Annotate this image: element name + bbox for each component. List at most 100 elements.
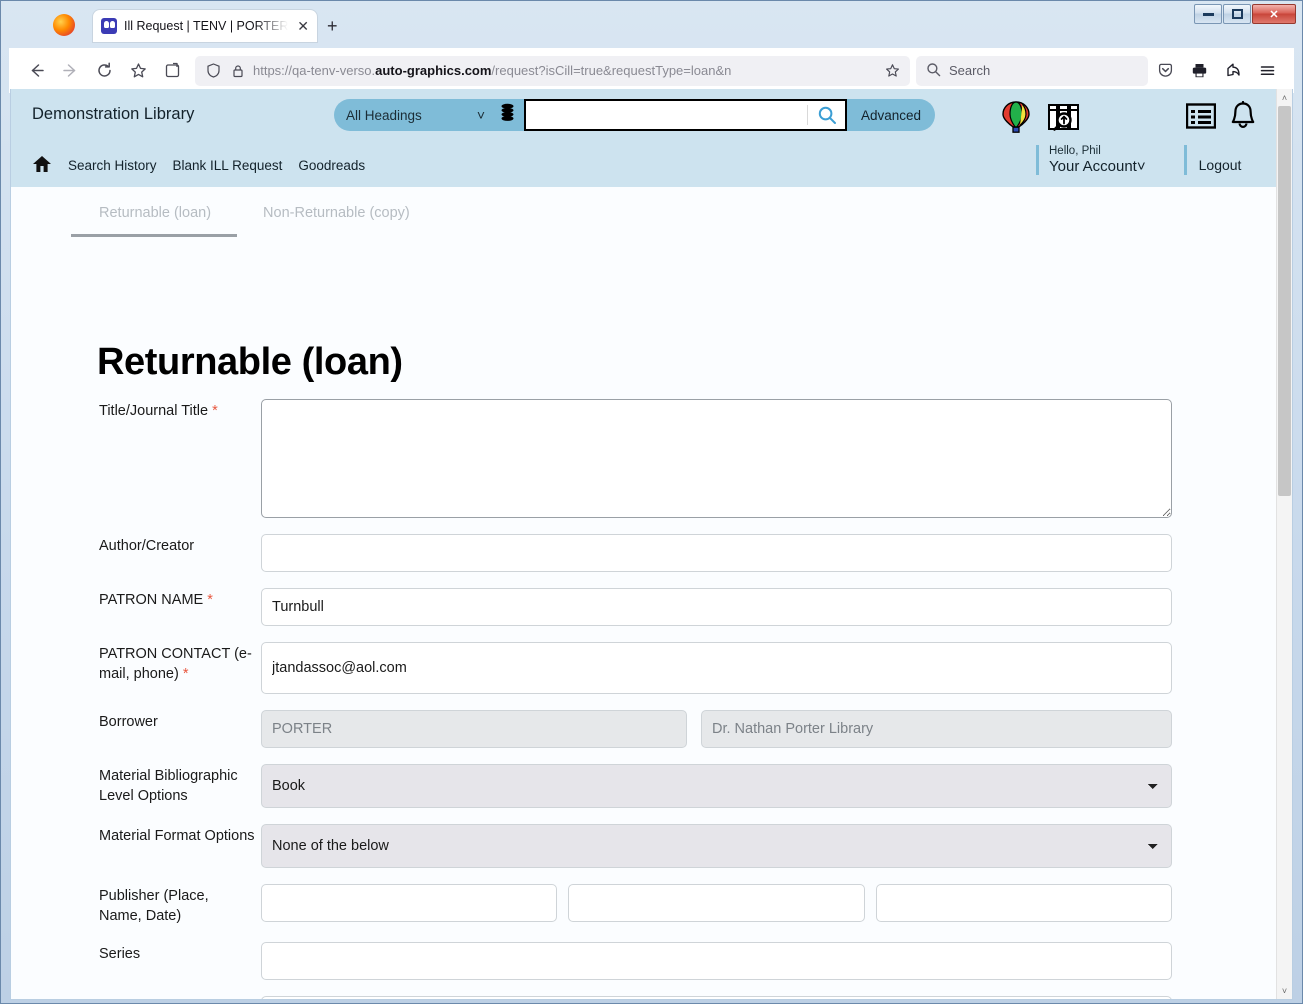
- shield-icon[interactable]: [203, 61, 223, 81]
- search-submit-icon[interactable]: [807, 105, 845, 125]
- sidebar-item-goodreads[interactable]: Goodreads: [298, 158, 365, 173]
- printer-icon[interactable]: [1182, 54, 1216, 88]
- borrower-code-field: [261, 710, 687, 748]
- label-material-format: Material Format Options: [99, 828, 255, 844]
- title-journal-input[interactable]: [261, 399, 1172, 518]
- field-row-physical-description: Physical Description: [11, 996, 1276, 999]
- material-biblio-level-select[interactable]: Book: [261, 764, 1172, 808]
- bookmark-star-icon[interactable]: [121, 54, 155, 88]
- minimize-button[interactable]: [1194, 4, 1222, 24]
- search-input[interactable]: [526, 101, 807, 129]
- your-account-menu[interactable]: Hello, Phil Your Account˅: [1036, 145, 1146, 176]
- notifications-bell-icon[interactable]: [1230, 100, 1256, 136]
- physical-description-input[interactable]: [261, 996, 1172, 999]
- hot-air-balloon-icon[interactable]: [1001, 101, 1031, 140]
- database-stack-icon: [499, 103, 516, 127]
- tab-title: Ill Request | TENV | PORTER | Au: [124, 19, 289, 33]
- your-account-label: Your Account˅: [1049, 158, 1146, 176]
- sidebar-item-blank-ill-request[interactable]: Blank ILL Request: [173, 158, 283, 173]
- header-right-icons: [1185, 100, 1256, 136]
- hamburger-menu-icon[interactable]: [1250, 54, 1284, 88]
- sidebar-item-search-history[interactable]: Search History: [68, 158, 157, 173]
- page-scrollbar[interactable]: ˄ ˅: [1276, 89, 1292, 999]
- padlock-icon[interactable]: [229, 62, 247, 80]
- tab-favicon-icon: [101, 18, 117, 34]
- field-row-material-biblio-level: Material Bibliographic Level Options Boo…: [11, 764, 1276, 808]
- app-nav-links: Search History Blank ILL Request Goodrea…: [32, 155, 365, 176]
- url-suffix: /request?isCill=true&requestType=loan&n: [491, 63, 732, 78]
- search-scope-dropdown[interactable]: All Headings ˅: [334, 99, 497, 131]
- scroll-down-arrow-icon[interactable]: ˅: [1277, 982, 1292, 999]
- greeting-text: Hello, Phil: [1049, 145, 1101, 157]
- field-row-author: Author/Creator: [11, 534, 1276, 572]
- catalog-search-field[interactable]: [524, 99, 847, 131]
- tab-returnable-loan[interactable]: Returnable (loan): [70, 205, 238, 237]
- home-icon[interactable]: [32, 155, 52, 176]
- app-header: Demonstration Library All Headings ˅ Adv…: [11, 89, 1276, 187]
- field-row-borrower: Borrower: [11, 710, 1276, 748]
- field-row-title-journal: Title/Journal Title *: [11, 399, 1276, 518]
- label-patron-name: PATRON NAME *: [99, 592, 213, 608]
- required-marker: *: [212, 403, 218, 419]
- field-row-material-format: Material Format Options None of the belo…: [11, 824, 1276, 868]
- ill-request-form: Title/Journal Title * Author/Creator PAT…: [11, 399, 1276, 999]
- scroll-up-arrow-icon[interactable]: ˄: [1277, 89, 1292, 106]
- firefox-logo-icon: [53, 14, 75, 36]
- database-selector[interactable]: [497, 99, 524, 131]
- share-icon[interactable]: [1216, 54, 1250, 88]
- browser-tab[interactable]: Ill Request | TENV | PORTER | Au ✕: [93, 10, 317, 42]
- label-author: Author/Creator: [99, 538, 195, 554]
- publisher-name-input[interactable]: [568, 884, 865, 922]
- tab-close-icon[interactable]: ✕: [295, 19, 311, 33]
- search-icon: [926, 62, 941, 80]
- patron-contact-input[interactable]: [261, 642, 1172, 694]
- logout-link[interactable]: Logout: [1199, 157, 1242, 173]
- main-content: Returnable (loan) Non-Returnable (copy) …: [11, 187, 1276, 999]
- pocket-save-icon[interactable]: [1148, 54, 1182, 88]
- label-material-biblio-level: Material Bibliographic Level Options: [99, 768, 238, 804]
- account-bar: Hello, Phil Your Account˅ Logout: [1036, 145, 1242, 176]
- field-row-patron-contact: PATRON CONTACT (e-mail, phone) *: [11, 642, 1276, 694]
- material-format-select[interactable]: None of the below: [261, 824, 1172, 868]
- field-row-series: Series: [11, 942, 1276, 981]
- forward-arrow-icon[interactable]: [53, 54, 87, 88]
- advanced-search-button[interactable]: Advanced: [847, 99, 936, 131]
- author-input[interactable]: [261, 534, 1172, 572]
- field-row-publisher: Publisher (Place, Name, Date): [11, 884, 1276, 926]
- reload-icon[interactable]: [87, 54, 121, 88]
- publisher-place-input[interactable]: [261, 884, 558, 922]
- browser-search-placeholder: Search: [949, 63, 991, 78]
- page-viewport: Demonstration Library All Headings ˅ Adv…: [10, 89, 1293, 1000]
- url-prefix: https://qa-tenv-verso.: [253, 63, 376, 78]
- series-input[interactable]: [261, 942, 1172, 981]
- label-borrower: Borrower: [99, 714, 158, 730]
- publisher-date-input[interactable]: [875, 884, 1172, 922]
- patron-name-input[interactable]: [261, 588, 1172, 626]
- browser-search-bar[interactable]: Search: [916, 55, 1148, 86]
- label-series: Series: [99, 946, 141, 963]
- field-row-patron-name: PATRON NAME *: [11, 588, 1276, 626]
- catalog-search-group: All Headings ˅ Advanced: [334, 99, 936, 131]
- label-physical-description: Physical Description: [11, 996, 261, 999]
- library-name: Demonstration Library: [32, 105, 195, 123]
- form-type-tabs: Returnable (loan) Non-Returnable (copy): [70, 205, 462, 237]
- list-view-icon[interactable]: [1185, 103, 1217, 134]
- scrollbar-thumb[interactable]: [1278, 106, 1291, 496]
- close-window-button[interactable]: ✕: [1252, 4, 1296, 24]
- address-bar[interactable]: https://qa-tenv-verso.auto-graphics.com/…: [195, 55, 910, 86]
- label-publisher: Publisher (Place, Name, Date): [99, 888, 209, 924]
- logout-wrapper[interactable]: Logout: [1183, 145, 1242, 176]
- star-icon[interactable]: [882, 61, 902, 81]
- restore-button[interactable]: [1223, 4, 1251, 24]
- catalog-search-icon[interactable]: [1047, 101, 1081, 140]
- window-controls: ✕: [1194, 4, 1296, 24]
- url-domain: auto-graphics.com: [375, 63, 492, 78]
- tab-non-returnable-copy[interactable]: Non-Returnable (copy): [263, 205, 410, 237]
- back-arrow-icon[interactable]: [19, 54, 53, 88]
- pocket-icon[interactable]: [155, 54, 189, 88]
- borrower-name-field: [701, 710, 1172, 748]
- new-tab-button[interactable]: +: [327, 17, 338, 35]
- required-marker: *: [207, 592, 213, 608]
- tab-strip: Ill Request | TENV | PORTER | Au ✕ +: [1, 4, 1182, 42]
- label-patron-contact: PATRON CONTACT (e-mail, phone) *: [99, 646, 252, 682]
